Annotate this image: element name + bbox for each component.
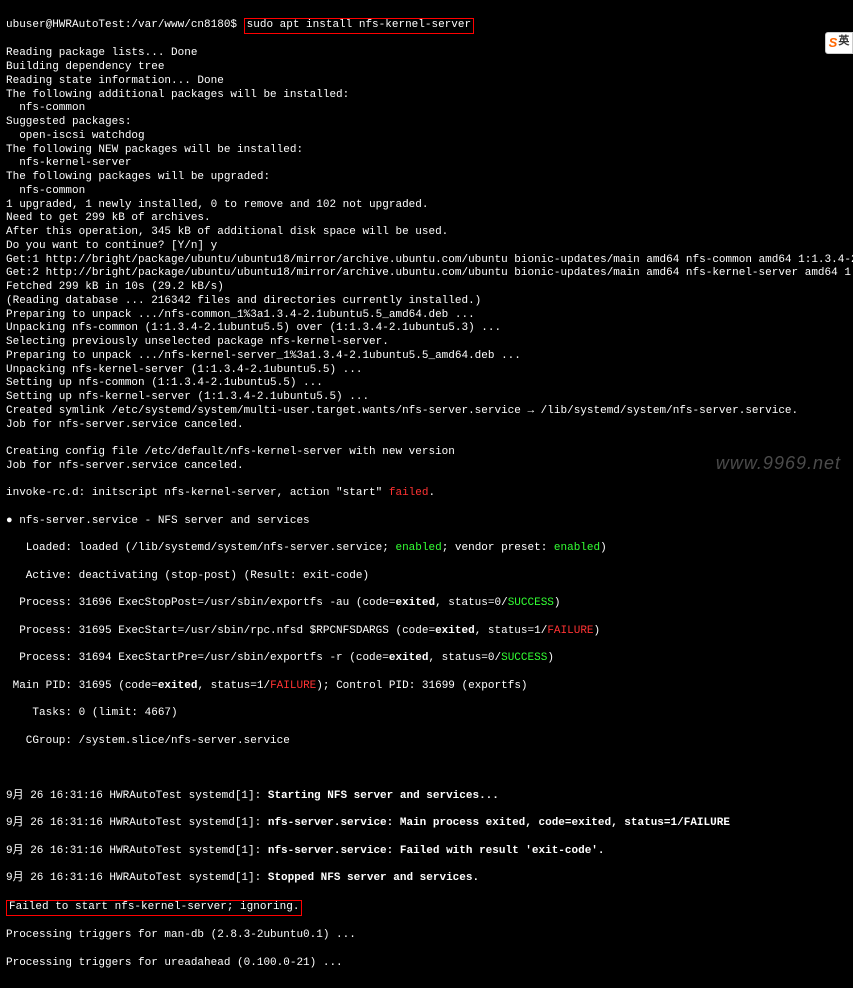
invoke-line: invoke-rc.d: initscript nfs-kernel-serve… [6,487,847,501]
output-line: nfs-common [6,102,847,116]
output-line: Get:1 http://bright/package/ubuntu/ubunt… [6,254,847,268]
shell-prompt: ubuser@HWRAutoTest:/var/www/cn8180$ [6,19,244,31]
log-line-4: 9月 26 16:31:16 HWRAutoTest systemd[1]: S… [6,872,847,886]
output-line: Unpacking nfs-common (1:1.3.4-2.1ubuntu5… [6,322,847,336]
output-line: Setting up nfs-common (1:1.3.4-2.1ubuntu… [6,377,847,391]
process-line-3: Process: 31694 ExecStartPre=/usr/sbin/ex… [6,652,847,666]
output-line: Reading package lists... Done [6,47,847,61]
failed-highlight: Failed to start nfs-kernel-server; ignor… [6,900,302,916]
output-line: Do you want to continue? [Y/n] y [6,240,847,254]
active-line: Active: deactivating (stop-post) (Result… [6,570,847,584]
output-line: Need to get 299 kB of archives. [6,212,847,226]
loaded-line: Loaded: loaded (/lib/systemd/system/nfs-… [6,542,847,556]
output-line: Setting up nfs-kernel-server (1:1.3.4-2.… [6,391,847,405]
output-line: Selecting previously unselected package … [6,336,847,350]
output-line: The following NEW packages will be insta… [6,144,847,158]
output-line: (Reading database ... 216342 files and d… [6,295,847,309]
trigger-line-2: Processing triggers for ureadahead (0.10… [6,957,847,971]
command-highlight: sudo apt install nfs-kernel-server [244,18,474,34]
output-line: nfs-kernel-server [6,157,847,171]
output-line: Reading state information... Done [6,75,847,89]
output-line: Get:2 http://bright/package/ubuntu/ubunt… [6,267,847,281]
output-line: open-iscsi watchdog [6,130,847,144]
trigger-line-1: Processing triggers for man-db (2.8.3-2u… [6,929,847,943]
ime-badge[interactable]: S 英 [825,32,853,54]
ime-s-icon: S [829,35,838,51]
output-line: Preparing to unpack .../nfs-common_1%3a1… [6,309,847,323]
log-line-3: 9月 26 16:31:16 HWRAutoTest systemd[1]: n… [6,845,847,859]
failed-line: Failed to start nfs-kernel-server; ignor… [6,900,847,916]
output-line: Unpacking nfs-kernel-server (1:1.3.4-2.1… [6,364,847,378]
blank-line [6,762,847,776]
output-line: nfs-common [6,185,847,199]
output-line: Suggested packages: [6,116,847,130]
process-line-2: Process: 31695 ExecStart=/usr/sbin/rpc.n… [6,625,847,639]
output-line [6,432,847,446]
process-line-1: Process: 31696 ExecStopPost=/usr/sbin/ex… [6,597,847,611]
log-line-2: 9月 26 16:31:16 HWRAutoTest systemd[1]: n… [6,817,847,831]
mainpid-line: Main PID: 31695 (code=exited, status=1/F… [6,680,847,694]
tasks-line: Tasks: 0 (limit: 4667) [6,707,847,721]
output-line: The following packages will be upgraded: [6,171,847,185]
ime-lang-label: 英 [838,36,849,50]
output-line: Created symlink /etc/systemd/system/mult… [6,405,847,419]
watermark-text: www.9969.net [716,452,841,475]
output-line: Job for nfs-server.service canceled. [6,419,847,433]
command-line: ubuser@HWRAutoTest:/var/www/cn8180$ sudo… [6,18,847,34]
output-line: The following additional packages will b… [6,89,847,103]
output-line: Building dependency tree [6,61,847,75]
terminal-output[interactable]: ubuser@HWRAutoTest:/var/www/cn8180$ sudo… [0,0,853,988]
output-line: Fetched 299 kB in 10s (29.2 kB/s) [6,281,847,295]
log-line-1: 9月 26 16:31:16 HWRAutoTest systemd[1]: S… [6,790,847,804]
output-line: After this operation, 345 kB of addition… [6,226,847,240]
output-line: Preparing to unpack .../nfs-kernel-serve… [6,350,847,364]
service-header: ● nfs-server.service - NFS server and se… [6,515,847,529]
output-line: 1 upgraded, 1 newly installed, 0 to remo… [6,199,847,213]
cgroup-line: CGroup: /system.slice/nfs-server.service [6,735,847,749]
